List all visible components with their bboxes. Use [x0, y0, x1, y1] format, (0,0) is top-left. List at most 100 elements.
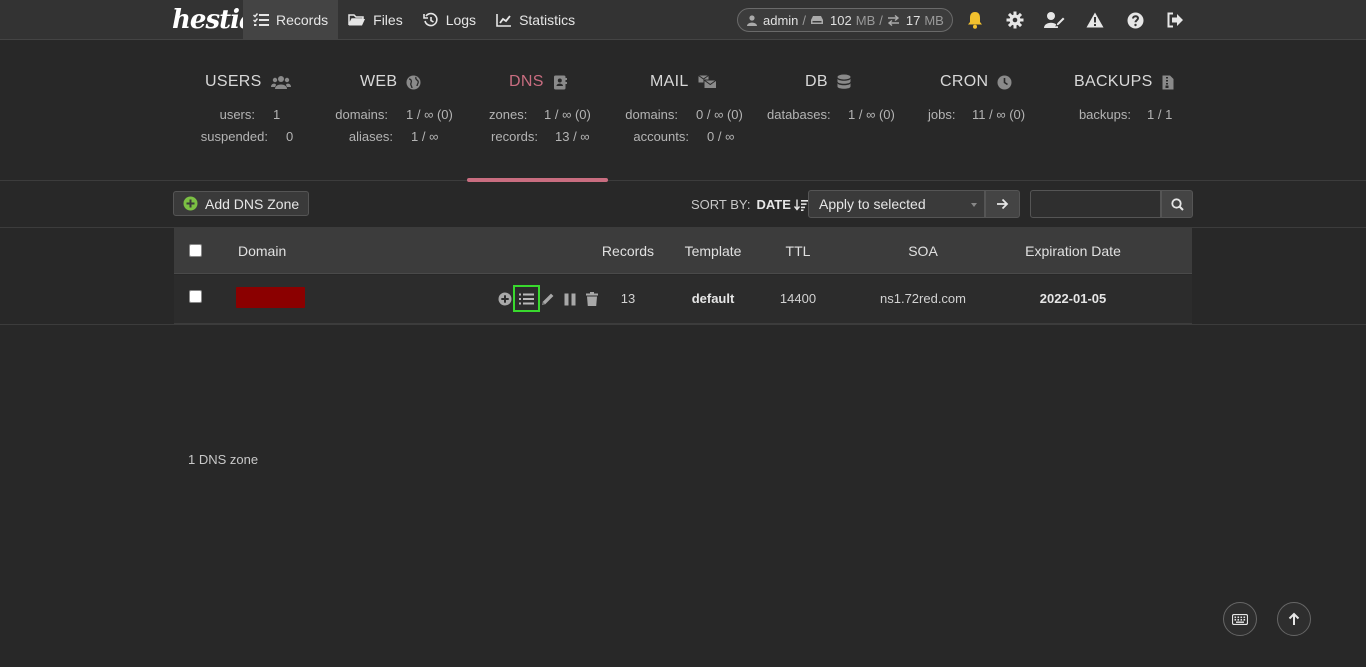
main-nav: Records Files Logs Statistics — [243, 0, 585, 40]
stat-value: 13 / ∞ — [555, 129, 590, 144]
toolbar: Add DNS Zone SORT BY: DATE Apply to sele… — [0, 182, 1366, 228]
bandwidth-unit: MB — [924, 12, 944, 28]
address-book-icon — [553, 75, 567, 90]
logs-warning-button[interactable] — [1075, 0, 1115, 40]
bulk-action-select[interactable]: Apply to selected — [808, 190, 985, 218]
history-icon — [422, 12, 439, 28]
top-bar: hestia Records Files Logs Statistics adm… — [0, 0, 1366, 40]
user-icon — [747, 14, 757, 26]
stat-cron[interactable]: CRON jobs: 11 / ∞ (0) — [926, 41, 1031, 181]
sort-by-value: DATE — [756, 197, 791, 212]
stat-value: 1 — [273, 107, 281, 122]
exchange-icon — [887, 14, 900, 26]
list-icon — [519, 293, 534, 305]
globe-icon — [406, 75, 421, 90]
users-icon — [270, 75, 291, 89]
suspend-zone-button[interactable] — [559, 288, 581, 310]
arrow-up-icon — [1288, 612, 1300, 626]
bandwidth-value: 17 — [905, 12, 921, 28]
disk-unit: MB — [855, 12, 876, 28]
divider — [0, 324, 1366, 325]
plus-circle-icon — [183, 196, 198, 211]
nav-statistics-label: Statistics — [519, 12, 576, 28]
stat-mail-title: MAIL — [650, 73, 689, 90]
ttl-value: 14400 — [779, 291, 817, 306]
stat-db-title: DB — [805, 73, 828, 90]
row-checkbox[interactable] — [189, 290, 202, 303]
scroll-to-top-button[interactable] — [1277, 602, 1311, 636]
stat-value: 0 — [286, 129, 294, 144]
bulk-action-value: Apply to selected — [819, 196, 926, 212]
sort-by-control[interactable]: SORT BY: DATE — [691, 197, 808, 212]
table-header: Domain Records Template TTL SOA Expirati… — [174, 228, 1192, 274]
folder-icon — [348, 13, 366, 27]
stat-cron-title: CRON — [940, 73, 989, 90]
pencil-icon — [541, 292, 555, 306]
column-soa[interactable]: SOA — [908, 243, 938, 259]
column-domain[interactable]: Domain — [238, 243, 286, 259]
domain-link-redacted[interactable] — [236, 287, 305, 308]
records-count: 13 — [620, 291, 636, 306]
database-icon — [837, 74, 851, 90]
nav-statistics[interactable]: Statistics — [486, 0, 585, 40]
logout-button[interactable] — [1155, 0, 1195, 40]
trash-icon — [586, 292, 598, 306]
edit-user-button[interactable] — [1035, 0, 1075, 40]
column-template[interactable]: Template — [685, 243, 742, 259]
bell-icon — [967, 11, 983, 29]
delete-zone-button[interactable] — [581, 288, 603, 310]
stat-backups[interactable]: BACKUPS backups: 1 / 1 — [1068, 41, 1178, 181]
list-records-button[interactable] — [513, 285, 540, 312]
search-icon — [1170, 197, 1184, 211]
pause-icon — [564, 293, 576, 306]
stat-value: 0 / ∞ — [707, 129, 735, 144]
records-list-icon — [253, 13, 269, 27]
warning-icon — [1086, 12, 1104, 28]
stat-dns[interactable]: DNS zones: 1 / ∞ (0) records: 13 / ∞ — [467, 41, 608, 182]
zone-count: 1 DNS zone — [188, 452, 259, 467]
table-row: 13 default 14400 ns1.72red.com 2022-01-0… — [174, 275, 1192, 324]
stat-value: 1 / ∞ (0) — [406, 107, 453, 122]
nav-files-label: Files — [373, 12, 403, 28]
sort-by-label: SORT BY: — [691, 197, 751, 212]
stat-backups-title: BACKUPS — [1074, 73, 1153, 90]
nav-records-label: Records — [276, 12, 329, 28]
help-button[interactable] — [1115, 0, 1155, 40]
nav-records[interactable]: Records — [243, 0, 339, 40]
stat-db[interactable]: DB databases: 1 / ∞ (0) — [767, 41, 897, 181]
keyboard-shortcuts-button[interactable] — [1223, 602, 1257, 636]
arrow-right-icon — [996, 198, 1009, 210]
mail-bulk-icon — [697, 75, 717, 89]
stat-dns-title: DNS — [509, 73, 544, 90]
stat-value: 1 / ∞ — [411, 129, 439, 144]
top-icons — [955, 0, 1195, 40]
user-name: admin — [763, 12, 799, 28]
edit-zone-button[interactable] — [537, 288, 559, 310]
nav-logs[interactable]: Logs — [413, 0, 486, 40]
stat-value: 1 / ∞ (0) — [544, 107, 591, 122]
search-button[interactable] — [1161, 190, 1193, 218]
nav-files[interactable]: Files — [338, 0, 413, 40]
column-expiration-date[interactable]: Expiration Date — [1025, 243, 1121, 259]
stat-users-title: USERS — [205, 73, 262, 90]
user-usage-pill[interactable]: admin / 102 MB / 17 MB — [737, 8, 953, 32]
add-dns-zone-button[interactable]: Add DNS Zone — [173, 191, 310, 216]
stat-users[interactable]: USERS users: 1 suspended: 0 — [200, 41, 310, 181]
logout-icon — [1166, 12, 1184, 28]
hard-drive-icon — [810, 15, 824, 25]
stats-panel: USERS users: 1 suspended: 0 WEB domains: 1 … — [0, 41, 1366, 182]
stat-web[interactable]: WEB domains: 1 / ∞ (0) aliases: 1 / ∞ — [334, 41, 459, 181]
stat-value: 1 / ∞ (0) — [848, 107, 895, 122]
notifications-button[interactable] — [955, 0, 995, 40]
server-settings-button[interactable] — [995, 0, 1035, 40]
stat-mail[interactable]: MAIL domains: 0 / ∞ (0) accounts: 0 / ∞ — [623, 41, 753, 181]
select-all-checkbox[interactable] — [189, 244, 202, 257]
stat-value: 11 / ∞ (0) — [972, 107, 1026, 122]
stat-web-title: WEB — [360, 73, 398, 90]
column-records[interactable]: Records — [602, 243, 654, 259]
apply-bulk-action-button[interactable] — [985, 190, 1020, 218]
search-input[interactable] — [1030, 190, 1161, 218]
column-ttl[interactable]: TTL — [786, 243, 811, 259]
add-dns-zone-label: Add DNS Zone — [205, 195, 300, 212]
keyboard-icon — [1232, 613, 1248, 625]
